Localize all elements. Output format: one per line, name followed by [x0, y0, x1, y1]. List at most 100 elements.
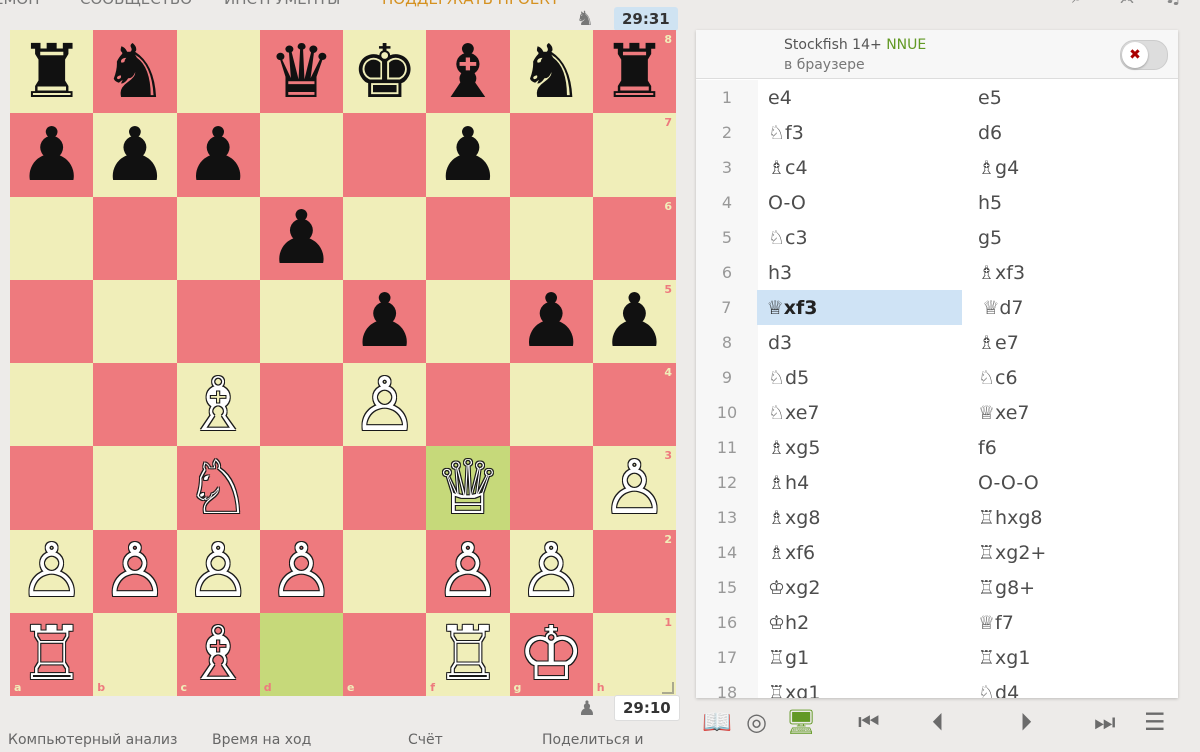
- move-white[interactable]: ♗xg5: [758, 430, 968, 465]
- square-c3[interactable]: ♘: [176, 446, 260, 530]
- next-icon[interactable]: ⏵: [1020, 708, 1032, 736]
- piece-f1[interactable]: ♖: [435, 617, 501, 691]
- square-c1[interactable]: ♗ c: [176, 612, 260, 696]
- move-black[interactable]: ♘d4: [968, 675, 1178, 699]
- square-a2[interactable]: ♙: [10, 529, 94, 613]
- piece-c7[interactable]: ♟: [185, 118, 251, 192]
- square-f8[interactable]: ♝: [426, 30, 510, 114]
- square-h6[interactable]: 6: [592, 196, 676, 280]
- square-b2[interactable]: ♙: [93, 529, 177, 613]
- piece-d8[interactable]: ♛: [268, 35, 334, 109]
- square-g5[interactable]: ♟: [509, 279, 593, 363]
- square-g4[interactable]: [509, 363, 593, 447]
- move-black[interactable]: ♕f7: [968, 605, 1178, 640]
- piece-d6[interactable]: ♟: [268, 201, 334, 275]
- board-grid[interactable]: ♜ ♞ ♛ ♚ ♝ ♞ ♜ 8 ♟ ♟ ♟ ♟ 7 ♟ 6 ♟ ♟ ♟ 5 ♗ ♙ 4 ♘ ♕ ♙ 3 ♙ ♙ ♙ ♙ ♙ ♙ 2 ♖ a b ♗ c d e…: [10, 30, 676, 696]
- square-e7[interactable]: [343, 113, 427, 197]
- square-e6[interactable]: [343, 196, 427, 280]
- move-black[interactable]: h5: [968, 185, 1178, 220]
- bell-icon[interactable]: ♫: [1164, 0, 1182, 8]
- piece-f8[interactable]: ♝: [435, 35, 501, 109]
- square-h4[interactable]: 4: [592, 363, 676, 447]
- piece-e5[interactable]: ♟: [351, 284, 417, 358]
- move-black[interactable]: ♖g8+: [968, 570, 1178, 605]
- piece-b2[interactable]: ♙: [102, 534, 168, 608]
- square-e1[interactable]: e: [343, 612, 427, 696]
- square-b6[interactable]: [93, 196, 177, 280]
- move-white[interactable]: ♖g1: [758, 640, 968, 675]
- square-b4[interactable]: [93, 363, 177, 447]
- square-c5[interactable]: [176, 279, 260, 363]
- move-white[interactable]: ♘f3: [758, 115, 968, 150]
- piece-c2[interactable]: ♙: [185, 534, 251, 608]
- square-b1[interactable]: b: [93, 612, 177, 696]
- move-white[interactable]: ♕xf3: [756, 290, 963, 325]
- move-white[interactable]: d3: [758, 325, 968, 360]
- piece-b8[interactable]: ♞: [102, 35, 168, 109]
- square-e3[interactable]: [343, 446, 427, 530]
- menu-icon[interactable]: ☰: [1144, 708, 1166, 736]
- engine-toggle[interactable]: ✖: [1120, 40, 1168, 70]
- square-a4[interactable]: [10, 363, 94, 447]
- square-d1[interactable]: d: [259, 612, 343, 696]
- square-h5[interactable]: ♟ 5: [592, 279, 676, 363]
- piece-f7[interactable]: ♟: [435, 118, 501, 192]
- piece-e4[interactable]: ♙: [351, 368, 417, 442]
- move-white[interactable]: ♗xf6: [758, 535, 968, 570]
- move-white[interactable]: ♘c3: [758, 220, 968, 255]
- move-black[interactable]: ♖hxg8: [968, 500, 1178, 535]
- search-icon[interactable]: ⌕: [1072, 0, 1083, 8]
- square-d4[interactable]: [259, 363, 343, 447]
- piece-g2[interactable]: ♙: [518, 534, 584, 608]
- square-f3[interactable]: ♕: [426, 446, 510, 530]
- move-white[interactable]: ♗c4: [758, 150, 968, 185]
- tab-share[interactable]: Поделиться и: [542, 732, 644, 748]
- square-e2[interactable]: [343, 529, 427, 613]
- tab-computer-analysis[interactable]: Компьютерный анализ: [8, 732, 177, 748]
- piece-h8[interactable]: ♜: [601, 35, 667, 109]
- book-icon[interactable]: 📖: [702, 708, 732, 736]
- move-white[interactable]: ♖xg1: [758, 675, 968, 699]
- chessboard[interactable]: ♜ ♞ ♛ ♚ ♝ ♞ ♜ 8 ♟ ♟ ♟ ♟ 7 ♟ 6 ♟ ♟ ♟ 5 ♗ ♙ 4 ♘ ♕ ♙ 3 ♙ ♙ ♙ ♙ ♙ ♙ 2 ♖ a b ♗ c d e…: [10, 30, 676, 696]
- nav-item-community[interactable]: СООБЩЕСТВО: [80, 0, 192, 8]
- square-h3[interactable]: ♙ 3: [592, 446, 676, 530]
- move-black[interactable]: ♗g4: [968, 150, 1178, 185]
- move-white[interactable]: h3: [758, 255, 968, 290]
- square-c8[interactable]: [176, 30, 260, 114]
- move-black[interactable]: ♕xe7: [968, 395, 1178, 430]
- piece-c4[interactable]: ♗: [185, 368, 251, 442]
- square-a3[interactable]: [10, 446, 94, 530]
- square-d2[interactable]: ♙: [259, 529, 343, 613]
- move-black[interactable]: ♖xg2+: [968, 535, 1178, 570]
- piece-a7[interactable]: ♟: [18, 118, 84, 192]
- square-g7[interactable]: [509, 113, 593, 197]
- move-black[interactable]: ♖xg1: [968, 640, 1178, 675]
- target-icon[interactable]: ◎: [746, 708, 767, 736]
- piece-g5[interactable]: ♟: [518, 284, 584, 358]
- piece-e8[interactable]: ♚: [351, 35, 417, 109]
- square-e5[interactable]: ♟: [343, 279, 427, 363]
- move-black[interactable]: ♗xf3: [968, 255, 1178, 290]
- piece-d2[interactable]: ♙: [268, 534, 334, 608]
- move-black[interactable]: ♗e7: [968, 325, 1178, 360]
- piece-h3[interactable]: ♙: [601, 451, 667, 525]
- piece-a1[interactable]: ♖: [18, 617, 84, 691]
- prev-icon[interactable]: ⏴: [932, 708, 944, 736]
- square-b3[interactable]: [93, 446, 177, 530]
- square-c7[interactable]: ♟: [176, 113, 260, 197]
- square-f4[interactable]: [426, 363, 510, 447]
- last-icon[interactable]: ⏭: [1094, 708, 1116, 736]
- tab-score[interactable]: Счёт: [408, 732, 443, 748]
- square-c4[interactable]: ♗: [176, 363, 260, 447]
- square-f7[interactable]: ♟: [426, 113, 510, 197]
- square-f2[interactable]: ♙: [426, 529, 510, 613]
- piece-c1[interactable]: ♗: [185, 617, 251, 691]
- first-icon[interactable]: ⏮: [858, 708, 880, 736]
- square-g1[interactable]: ♔ g: [509, 612, 593, 696]
- move-black[interactable]: f6: [968, 430, 1178, 465]
- square-e8[interactable]: ♚: [343, 30, 427, 114]
- move-black[interactable]: O-O-O: [968, 465, 1178, 500]
- nav-item-tools[interactable]: ИНСТРУМЕНТЫ: [224, 0, 340, 8]
- move-white[interactable]: e4: [758, 80, 968, 115]
- square-d8[interactable]: ♛: [259, 30, 343, 114]
